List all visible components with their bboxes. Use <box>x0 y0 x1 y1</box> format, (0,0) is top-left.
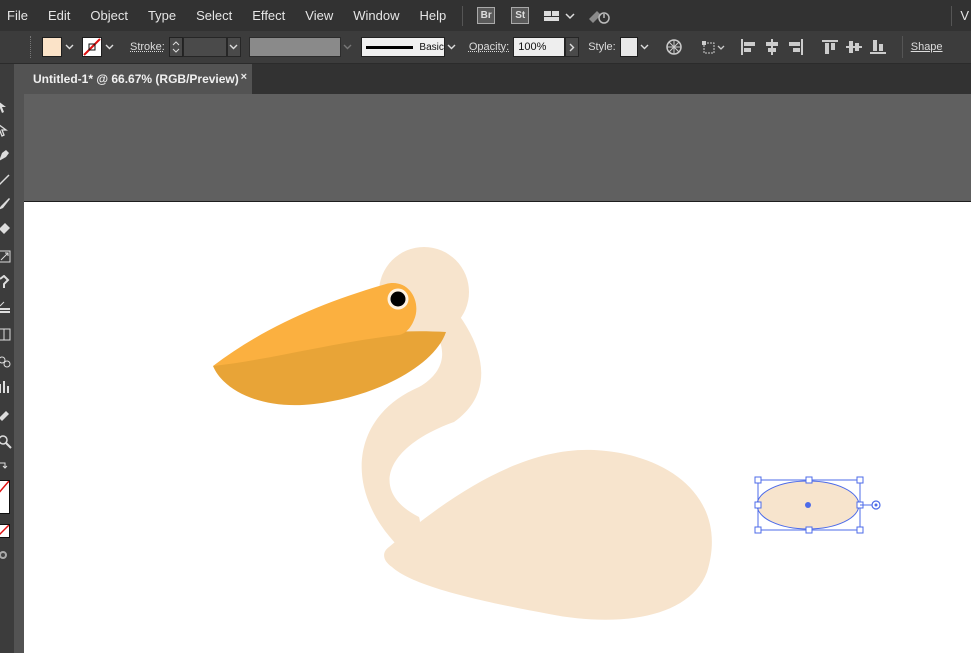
tools-panel <box>0 64 14 653</box>
color-none-icon[interactable] <box>0 524 10 538</box>
close-tab-icon[interactable]: × <box>241 71 247 83</box>
menu-file[interactable]: File <box>0 0 38 31</box>
pen-tool-icon[interactable] <box>0 149 12 163</box>
menu-edit[interactable]: Edit <box>38 0 80 31</box>
handle-top-center[interactable] <box>805 476 813 484</box>
artwork <box>213 247 881 620</box>
stroke-weight-chevron-icon[interactable] <box>226 37 241 57</box>
slice-tool-icon[interactable] <box>0 409 12 423</box>
handle-bottom-right[interactable] <box>856 526 864 534</box>
pelican-body[interactable] <box>384 449 712 620</box>
paintbrush-tool-icon[interactable] <box>0 197 12 211</box>
scale-tool-icon[interactable] <box>0 250 12 264</box>
panel-grip[interactable] <box>30 36 34 58</box>
gpu-performance-icon[interactable] <box>587 7 611 25</box>
shape-builder-tool-icon[interactable] <box>0 300 12 314</box>
fill-dropdown-chevron-icon[interactable] <box>62 37 76 57</box>
variable-width-chevron-icon[interactable] <box>341 37 355 57</box>
align-bottom-icon[interactable] <box>869 38 887 56</box>
handle-top-right[interactable] <box>856 476 864 484</box>
menu-object[interactable]: Object <box>80 0 138 31</box>
arrange-documents-icon[interactable] <box>543 9 575 23</box>
pasteboard[interactable] <box>24 94 971 201</box>
document-tab-title: Untitled-1* @ 66.67% (RGB/Preview) <box>33 72 239 86</box>
stock-button[interactable]: St <box>511 7 530 24</box>
brush-stroke-preview <box>365 45 414 49</box>
pelican-eye-pupil[interactable] <box>390 291 406 307</box>
artboard[interactable] <box>24 201 971 653</box>
menu-bar: File Edit Object Type Select Effect View… <box>0 0 971 31</box>
menu-type[interactable]: Type <box>138 0 186 31</box>
opacity-input[interactable]: 100% <box>513 37 566 57</box>
handle-middle-left[interactable] <box>754 501 762 509</box>
stroke-swatch-none-icon[interactable] <box>82 37 102 57</box>
menu-separator <box>462 5 464 26</box>
control-bar: Stroke: Basic Opacity: 100% Style: Shape <box>0 31 971 64</box>
workspace-switcher[interactable]: V <box>958 0 971 31</box>
perspective-grid-tool-icon[interactable] <box>0 327 12 341</box>
puppet-warp-tool-icon[interactable] <box>0 275 12 289</box>
opacity-label[interactable]: Opacity: <box>469 41 509 53</box>
menu-effect[interactable]: Effect <box>242 0 295 31</box>
graphic-style-swatch[interactable] <box>619 37 638 57</box>
brush-name: Basic <box>419 41 444 53</box>
menu-view[interactable]: View <box>295 0 343 31</box>
line-tool-icon[interactable] <box>0 173 12 187</box>
bridge-button[interactable]: Br <box>477 7 496 24</box>
variable-width-profile[interactable] <box>248 37 341 57</box>
shape-label[interactable]: Shape <box>911 41 943 53</box>
stroke-weight-input[interactable] <box>182 37 227 57</box>
handle-top-left[interactable] <box>754 476 762 484</box>
fill-swatch[interactable] <box>42 37 62 57</box>
illustrator-window: File Edit Object Type Select Effect View… <box>0 0 971 653</box>
menu-separator-right <box>951 5 953 26</box>
stroke-weight-stepper[interactable] <box>168 37 183 57</box>
direct-selection-tool-icon[interactable] <box>0 123 12 137</box>
align-to-selection-icon[interactable] <box>701 38 727 56</box>
opacity-arrow-icon[interactable] <box>565 37 580 57</box>
align-right-icon[interactable] <box>787 38 805 56</box>
document-tab-bar: Untitled-1* @ 66.67% (RGB/Preview) × <box>24 64 971 94</box>
swap-fill-stroke-icon[interactable] <box>0 460 12 474</box>
blend-tool-icon[interactable] <box>0 355 12 369</box>
menu-help[interactable]: Help <box>409 0 456 31</box>
menu-select[interactable]: Select <box>186 0 242 31</box>
document-tab[interactable]: Untitled-1* @ 66.67% (RGB/Preview) × <box>24 64 252 94</box>
selection-tool-icon[interactable] <box>0 100 12 114</box>
style-label: Style: <box>588 41 616 53</box>
drawing-mode-icon[interactable] <box>0 548 12 562</box>
align-horizontal-center-icon[interactable] <box>763 38 781 56</box>
style-chevron-icon[interactable] <box>638 37 652 57</box>
control-separator <box>901 36 903 58</box>
stroke-label[interactable]: Stroke: <box>130 41 165 53</box>
handle-bottom-left[interactable] <box>754 526 762 534</box>
brush-chevron-icon[interactable] <box>445 37 459 57</box>
align-left-icon[interactable] <box>739 38 757 56</box>
shaper-tool-icon[interactable] <box>0 221 12 235</box>
pie-widget-icon[interactable] <box>871 500 881 510</box>
menu-window[interactable]: Window <box>343 0 409 31</box>
zoom-tool-icon[interactable] <box>0 435 12 449</box>
align-top-icon[interactable] <box>821 38 839 56</box>
graph-tool-icon[interactable] <box>0 380 12 394</box>
handle-bottom-center[interactable] <box>805 526 813 534</box>
fill-color-box[interactable] <box>0 480 10 514</box>
stroke-dropdown-chevron-icon[interactable] <box>102 37 116 57</box>
center-point <box>805 502 811 508</box>
align-vertical-center-icon[interactable] <box>845 38 863 56</box>
recolor-artwork-icon[interactable] <box>665 38 683 56</box>
brush-definition[interactable]: Basic <box>360 37 445 57</box>
